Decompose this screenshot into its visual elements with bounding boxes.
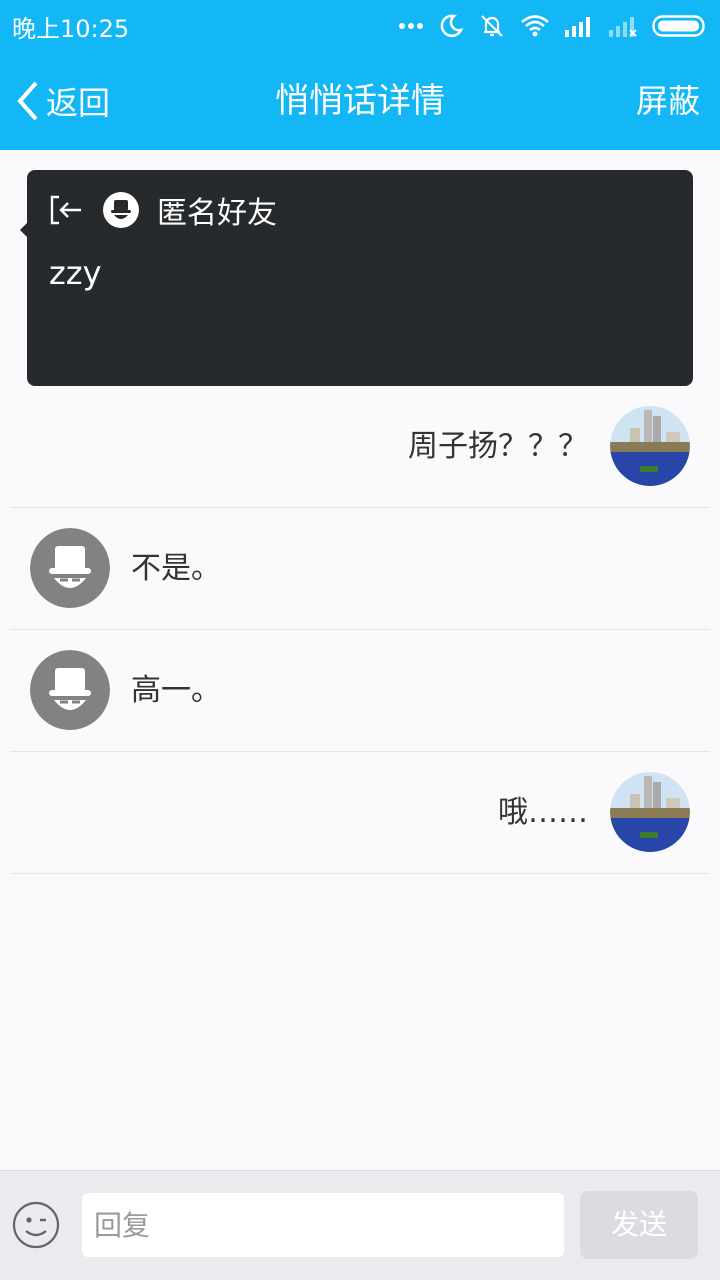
anonymous-avatar[interactable] [30, 528, 110, 608]
wifi-icon [521, 15, 549, 37]
message-text: 不是。 [131, 551, 221, 586]
anonymous-icon [103, 192, 139, 228]
user-avatar[interactable] [610, 772, 690, 852]
message-row: 哦…… [10, 752, 710, 874]
page-title: 悄悄话详情 [275, 81, 445, 121]
message-text: 哦…… [498, 795, 588, 830]
mute-icon [481, 15, 503, 37]
nav-bar: 返回 悄悄话详情 屏蔽 [0, 52, 720, 150]
post-author: 匿名好友 [157, 196, 277, 231]
user-avatar[interactable] [610, 406, 690, 486]
message-row: 不是。 [10, 508, 710, 630]
status-bar: 晚上10:25 [0, 0, 720, 52]
signal-icon [565, 17, 590, 37]
exit-icon[interactable] [49, 194, 83, 226]
status-icons [398, 12, 708, 40]
message-row: 高一。 [10, 630, 710, 752]
message-text: 周子扬？？？ [408, 429, 588, 464]
moon-icon [440, 14, 464, 37]
status-time: 晚上10:25 [12, 14, 130, 43]
post-content: zzy [49, 254, 102, 292]
post-card: 匿名好友 zzy [27, 170, 693, 386]
message-text: 高一。 [131, 673, 221, 708]
reply-input[interactable] [82, 1193, 564, 1257]
send-button[interactable]: 发送 [580, 1191, 698, 1259]
emoji-icon[interactable] [12, 1201, 60, 1249]
block-button[interactable]: 屏蔽 [636, 76, 700, 126]
anonymous-avatar[interactable] [30, 650, 110, 730]
no-signal-icon [609, 17, 637, 37]
post-card-header: 匿名好友 [49, 190, 277, 231]
more-dots-icon [399, 23, 423, 29]
reply-bar: 发送 [0, 1170, 720, 1280]
battery-icon [652, 15, 705, 37]
message-row: 周子扬？？？ [10, 386, 710, 508]
